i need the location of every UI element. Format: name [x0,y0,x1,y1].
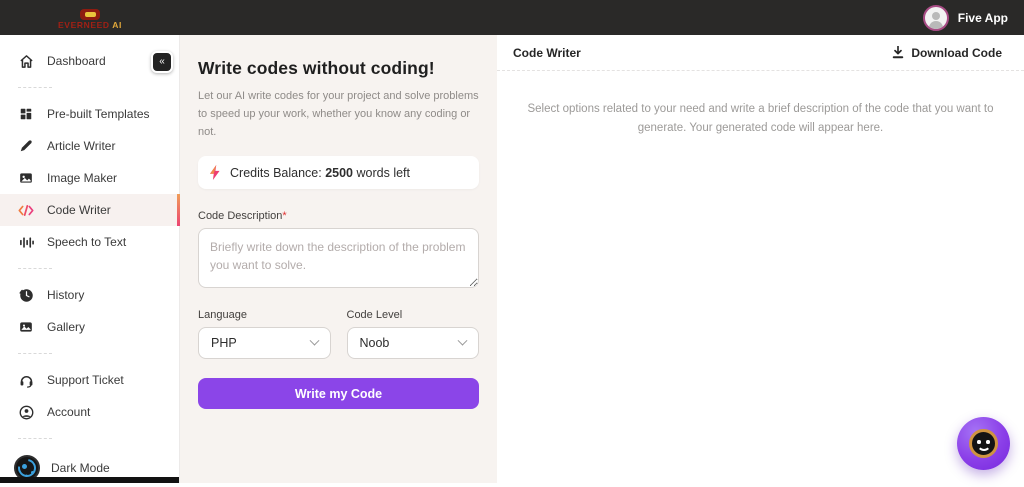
gallery-icon [18,319,34,335]
output-panel-title: Code Writer [513,45,581,60]
code-level-label: Code Level [346,309,403,322]
code-output-panel: Code Writer Download Code Select options… [497,35,1024,483]
sidebar-item-account[interactable]: Account [0,396,179,428]
brand-name: EVERNEED AI [58,19,122,30]
templates-icon [18,106,34,122]
topbar: EVERNEED AI Five App [0,0,1024,35]
credits-balance-card: Credits Balance: 2500 words left [198,156,479,190]
sidebar-collapse-button[interactable]: « [151,51,173,73]
credits-balance-text: Credits Balance: 2500 words left [230,165,410,180]
code-description-label: Code Description* [198,210,287,223]
sidebar: Dashboard Pre-built Templates Article Wr… [0,35,180,483]
sidebar-item-label: History [47,288,85,302]
sidebar-item-pre-built-templates[interactable]: Pre-built Templates [0,98,179,130]
sidebar-item-gallery[interactable]: Gallery [0,311,179,343]
code-icon [18,202,34,218]
language-label: Language [198,309,247,322]
code-writer-form-panel: Write codes without coding! Let our AI w… [180,35,497,483]
sidebar-item-label: Account [47,405,91,419]
sidebar-item-label: Speech to Text [47,235,127,249]
home-icon [18,53,34,69]
chatbot-fab-button[interactable] [957,417,1010,470]
sidebar-item-article-writer[interactable]: Article Writer [0,130,179,162]
sidebar-item-code-writer[interactable]: Code Writer [0,194,180,226]
sidebar-item-history[interactable]: History [0,279,179,311]
sidebar-item-support-ticket[interactable]: Support Ticket [0,364,179,396]
user-name: Five App [957,10,1008,25]
required-asterisk: * [282,210,287,223]
user-menu[interactable]: Five App [922,4,1024,31]
download-code-button[interactable]: Download Code [886,45,1008,61]
sidebar-divider [18,87,52,88]
language-selected-value: PHP [211,336,237,351]
headset-icon [18,372,34,388]
download-icon [892,46,904,59]
credits-value: 2500 [325,165,354,180]
code-level-select[interactable]: Noob [346,327,479,360]
sidebar-item-label: Pre-built Templates [47,107,150,121]
chevron-down-icon [309,335,319,346]
code-description-input[interactable] [198,228,479,289]
sidebar-footer-strip [0,477,179,483]
history-icon [18,287,34,303]
avatar[interactable] [922,4,949,31]
page-title: Write codes without coding! [198,58,435,78]
app-window: EVERNEED AI Five App Dashboard Pre-built… [0,0,1024,483]
download-label: Download Code [911,45,1002,60]
sidebar-item-image-maker[interactable]: Image Maker [0,162,179,194]
sidebar-item-label: Support Ticket [47,373,124,387]
robot-face-icon [969,429,998,458]
sidebar-item-label: Gallery [47,320,86,334]
person-icon [18,404,34,420]
output-header: Code Writer Download Code [497,35,1024,71]
sidebar-item-label: Dark Mode [51,461,110,475]
sidebar-divider [18,353,52,354]
sidebar-item-label: Article Writer [47,139,116,153]
sidebar-item-speech-to-text[interactable]: Speech to Text [0,226,179,258]
waveform-icon [18,234,34,250]
page-subtitle: Let our AI write codes for your project … [198,90,479,138]
code-level-selected-value: Noob [359,336,390,351]
sidebar-item-label: Dashboard [47,54,106,68]
avatar-person-icon [931,11,940,20]
sidebar-item-label: Image Maker [47,171,118,185]
robot-logo-icon [80,8,100,20]
brand-accent: AI [112,19,122,30]
sidebar-divider [18,438,52,439]
main-area: Dashboard Pre-built Templates Article Wr… [0,35,1024,483]
image-icon [18,170,34,186]
output-placeholder-text: Select options related to your need and … [527,103,994,134]
sidebar-item-label: Code Writer [47,203,111,217]
chevron-down-icon [457,335,468,346]
language-select[interactable]: PHP [198,327,331,360]
brand-logo[interactable]: EVERNEED AI [0,6,180,30]
pen-icon [18,138,34,154]
lightning-icon [210,165,220,181]
sidebar-divider [18,268,52,269]
write-my-code-button[interactable]: Write my Code [198,378,479,410]
